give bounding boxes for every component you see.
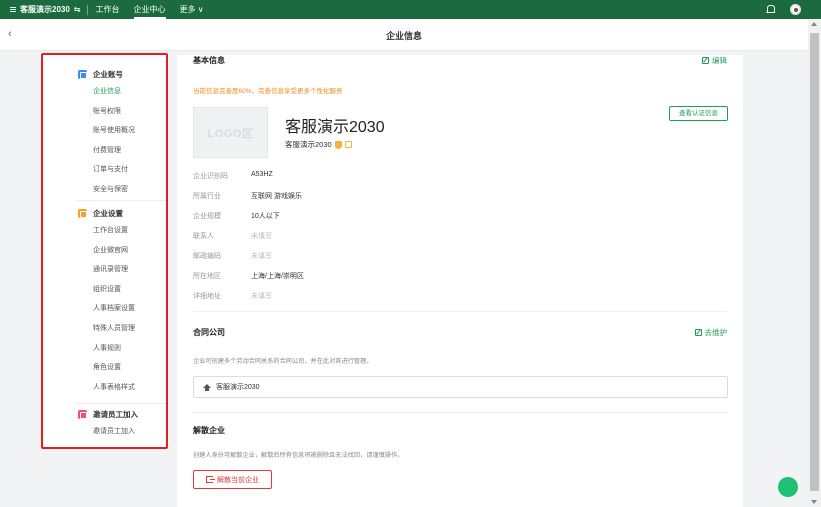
sidebar-item-organization[interactable]: 组织设置 — [44, 280, 169, 300]
sidebar-group-title: 邀请员工加入 — [93, 409, 138, 419]
sidebar-item-contacts[interactable]: 通讯录管理 — [44, 260, 169, 280]
sidebar-item-roles[interactable]: 角色设置 — [44, 358, 169, 378]
field-value: A53HZ — [251, 171, 273, 178]
section-title-dissolve: 解散企业 — [193, 426, 225, 435]
info-row-contact: 联系人 未填写 — [193, 231, 272, 243]
field-label: 邮政编码 — [193, 253, 221, 260]
sidebar-item-invite-staff[interactable]: 邀请员工加入 — [44, 422, 169, 442]
sidebar-item-workbench-settings[interactable]: 工作台设置 — [44, 221, 169, 241]
top-nav-bar: 客服演示2030 ⇆ 工作台 企业中心 更多 ∨ — [0, 0, 821, 19]
dissolve-enterprise-button[interactable]: 解散当前企业 — [193, 470, 272, 489]
sidebar-item-account-permissions[interactable]: 账号权限 — [44, 102, 169, 122]
info-row-id-code: 企业识别码 A53HZ — [193, 171, 273, 183]
dissolve-button-label: 解散当前企业 — [217, 476, 259, 484]
scroll-down-arrow-icon[interactable] — [811, 500, 817, 504]
field-value: 互联网 游戏娱乐 — [251, 193, 302, 200]
field-label: 企业识别码 — [193, 173, 228, 180]
field-value: 10人以下 — [251, 213, 280, 220]
vertical-scrollbar[interactable] — [808, 19, 821, 507]
view-certification-button[interactable]: 查看认证信息 — [669, 106, 728, 121]
org-switcher[interactable]: 客服演示2030 ⇆ — [0, 4, 81, 15]
info-row-address: 详细地址 未填写 — [193, 291, 272, 303]
contract-description: 企业可创建多个劳动合同关系的合同公司，并在此对其进行管理。 — [193, 358, 373, 365]
contract-company-item[interactable]: 客服演示2030 — [193, 376, 728, 398]
edit-button[interactable]: 编辑 — [702, 55, 727, 66]
main-content: 基本信息 编辑 当前信息完善度60%，完善信息享受更多个性化服务 LOGO区 客… — [177, 55, 743, 507]
info-row-industry: 所属行业 互联网 游戏娱乐 — [193, 191, 302, 203]
company-short-name: 客服演示2030 — [285, 139, 352, 150]
org-name: 客服演示2030 — [20, 5, 70, 14]
edit-icon — [702, 57, 709, 64]
sidebar-item-billing[interactable]: 付费管理 — [44, 141, 169, 161]
dissolve-description: 创建人身份可解散企业，解散后所有信息将被删除且无法找回，请谨慎操作。 — [193, 452, 404, 459]
company-short-label: 客服演示2030 — [285, 140, 332, 149]
sidebar-item-orders-payment[interactable]: 订单与支付 — [44, 160, 169, 180]
sidebar-group-header: 邀请员工加入 — [44, 406, 169, 422]
field-value: 未填写 — [251, 233, 272, 240]
sidebar-group-invite: 邀请员工加入 邀请员工加入 — [44, 406, 169, 442]
divider — [76, 403, 166, 404]
field-label: 所在地区 — [193, 273, 221, 280]
sidebar-group-title: 企业账号 — [93, 69, 123, 79]
nav-workbench[interactable]: 工作台 — [96, 0, 120, 19]
field-label: 联系人 — [193, 233, 214, 240]
field-label: 详细地址 — [193, 293, 221, 300]
field-value: 未填写 — [251, 253, 272, 260]
maintain-button[interactable]: 去维护 — [694, 327, 728, 338]
field-value: 上海/上海/崇明区 — [251, 273, 304, 280]
sidebar-item-hr-table-style[interactable]: 人事表格样式 — [44, 378, 169, 398]
settings-icon — [78, 208, 87, 218]
page-header: ‹ 企业信息 — [0, 19, 808, 51]
floating-help-button[interactable] — [778, 477, 798, 497]
menu-icon — [10, 7, 16, 12]
sidebar-group-title: 企业设置 — [93, 208, 123, 218]
invite-icon — [78, 409, 87, 419]
field-label: 企业规模 — [193, 213, 221, 220]
notification-bell-icon[interactable] — [766, 5, 775, 14]
scrollbar-thumb[interactable] — [810, 33, 819, 491]
sidebar-group-header: 企业设置 — [44, 205, 169, 221]
sidebar-item-account-usage[interactable]: 账号使用概况 — [44, 121, 169, 141]
company-logo-placeholder[interactable]: LOGO区 — [193, 107, 268, 158]
sidebar-group-account: 企业账号 企业信息 账号权限 账号使用概况 付费管理 订单与支付 安全与保密 — [44, 66, 169, 200]
completeness-notice: 当前信息完善度60%，完善信息享受更多个性化服务 — [193, 88, 343, 95]
edit-icon — [694, 329, 702, 336]
contract-company-name: 客服演示2030 — [216, 384, 260, 391]
maintain-label: 去维护 — [704, 328, 728, 337]
account-icon — [78, 69, 87, 79]
sidebar-group-header: 企业账号 — [44, 66, 169, 82]
info-row-postcode: 邮政编码 未填写 — [193, 251, 272, 263]
nav-more[interactable]: 更多 ∨ — [180, 0, 204, 19]
page-title: 企业信息 — [385, 31, 422, 41]
divider — [86, 4, 88, 15]
sidebar-group-settings: 企业设置 工作台设置 企业微官网 通讯录管理 组织设置 人事档案设置 特殊人员管… — [44, 205, 169, 397]
divider — [193, 311, 727, 312]
verified-shield-icon — [334, 140, 342, 149]
company-name: 客服演示2030 — [285, 119, 385, 136]
sidebar-item-hr-rules[interactable]: 人事规则 — [44, 339, 169, 359]
home-icon — [203, 383, 211, 391]
user-avatar[interactable] — [790, 4, 801, 15]
sidebar-item-micro-site[interactable]: 企业微官网 — [44, 241, 169, 261]
section-title-basic-info: 基本信息 — [193, 56, 225, 65]
info-row-region: 所在地区 上海/上海/崇明区 — [193, 271, 304, 283]
section-title-contract: 合同公司 — [193, 328, 225, 337]
sidebar-item-hr-records[interactable]: 人事档案设置 — [44, 299, 169, 319]
field-value: 未填写 — [251, 293, 272, 300]
scroll-up-arrow-icon[interactable] — [811, 22, 817, 26]
nav-enterprise-center[interactable]: 企业中心 — [133, 0, 166, 19]
sidebar-item-security[interactable]: 安全与保密 — [44, 180, 169, 200]
field-label: 所属行业 — [193, 193, 221, 200]
switch-org-icon[interactable]: ⇆ — [74, 5, 81, 14]
info-row-size: 企业规模 10人以下 — [193, 211, 280, 223]
exit-icon — [206, 476, 215, 483]
edit-label: 编辑 — [712, 56, 727, 65]
settings-sidebar: 企业账号 企业信息 账号权限 账号使用概况 付费管理 订单与支付 安全与保密 企… — [44, 55, 169, 447]
sidebar-item-special-staff[interactable]: 特殊人员管理 — [44, 319, 169, 339]
sidebar-item-enterprise-info[interactable]: 企业信息 — [44, 82, 169, 102]
divider — [76, 200, 166, 201]
certificate-icon[interactable] — [344, 141, 352, 148]
divider — [193, 412, 727, 413]
